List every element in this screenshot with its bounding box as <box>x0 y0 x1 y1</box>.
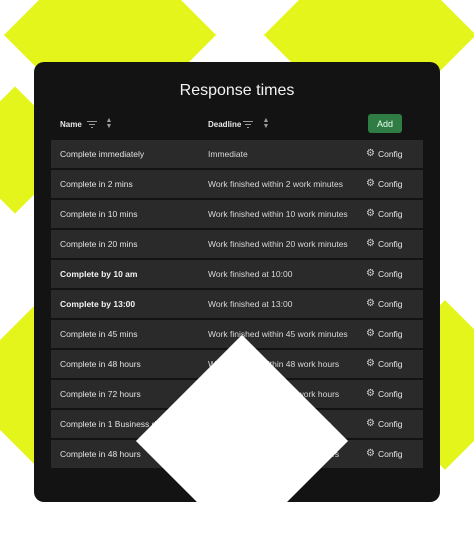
gear-icon: ⚙ <box>366 268 375 279</box>
row-deadline: Work finished at 10:00 <box>208 269 293 279</box>
column-header-deadline[interactable]: Deadline <box>208 120 241 129</box>
table-row[interactable]: Complete in 10 mins Work finished within … <box>51 200 423 228</box>
config-label: Config <box>377 389 403 399</box>
table-row[interactable]: Complete immediately Immediate ⚙ Config <box>51 140 423 168</box>
gear-icon: ⚙ <box>366 418 375 429</box>
panel-title: Response times <box>179 82 295 99</box>
filter-icon[interactable] <box>243 120 253 129</box>
row-deadline: Immediate <box>208 149 248 159</box>
gear-icon: ⚙ <box>366 298 375 309</box>
gear-icon: ⚙ <box>366 388 375 399</box>
row-name: Complete immediately <box>60 149 145 159</box>
config-button[interactable]: ⚙ Config <box>366 208 403 220</box>
config-button[interactable]: ⚙ Config <box>366 418 403 430</box>
config-button[interactable]: ⚙ Config <box>366 268 403 280</box>
gear-icon: ⚙ <box>366 358 375 369</box>
gear-icon: ⚙ <box>366 238 375 249</box>
row-name: Complete by 10 am <box>60 269 138 279</box>
row-name: Complete in 48 hours <box>60 359 141 369</box>
sort-icon[interactable]: ▲ ▼ <box>105 117 113 130</box>
gear-icon: ⚙ <box>366 208 375 219</box>
config-label: Config <box>377 179 403 189</box>
row-name: Complete in 48 hours <box>60 449 141 459</box>
sort-icon[interactable]: ▲ ▼ <box>262 117 270 130</box>
row-name: Complete in 10 mins <box>60 209 138 219</box>
config-label: Config <box>377 299 403 309</box>
row-name: Complete in 2 mins <box>60 179 133 189</box>
table-row[interactable]: Complete by 13:00 Work finished at 13:00 ⚙… <box>51 290 423 318</box>
config-button[interactable]: ⚙ Config <box>366 238 403 250</box>
gear-icon: ⚙ <box>366 148 375 159</box>
gear-icon: ⚙ <box>366 178 375 189</box>
column-header-name[interactable]: Name <box>60 120 82 129</box>
gear-icon: ⚙ <box>366 448 375 459</box>
config-button[interactable]: ⚙ Config <box>366 298 403 310</box>
config-button[interactable]: ⚙ Config <box>366 178 403 190</box>
config-button[interactable]: ⚙ Config <box>366 358 403 370</box>
config-button[interactable]: ⚙ Config <box>366 448 403 460</box>
row-deadline: Work finished at 13:00 <box>208 299 293 309</box>
config-label: Config <box>377 149 403 159</box>
row-name: Complete in 45 mins <box>60 329 138 339</box>
table-row[interactable]: Complete by 10 am Work finished at 10:00 ⚙… <box>51 260 423 288</box>
config-button[interactable]: ⚙ Config <box>366 388 403 400</box>
config-label: Config <box>377 329 403 339</box>
config-label: Config <box>377 209 403 219</box>
filter-icon[interactable] <box>87 120 97 129</box>
add-button[interactable]: Add <box>368 114 402 133</box>
table-row[interactable]: Complete in 2 mins Work finished within 2… <box>51 170 423 198</box>
row-deadline: Work finished within 2 work minutes <box>208 179 343 189</box>
row-name: Complete by 13:00 <box>60 299 136 309</box>
row-name: Complete in 20 mins <box>60 239 138 249</box>
row-deadline: Work finished within 10 work minutes <box>208 209 348 219</box>
config-label: Config <box>377 449 403 459</box>
gear-icon: ⚙ <box>366 328 375 339</box>
row-deadline: Work finished within 45 work minutes <box>208 329 348 339</box>
config-button[interactable]: ⚙ Config <box>366 328 403 340</box>
row-deadline: Work finished within 20 work minutes <box>208 239 348 249</box>
config-label: Config <box>377 269 403 279</box>
config-label: Config <box>377 239 403 249</box>
config-label: Config <box>377 419 403 429</box>
row-name: Complete in 72 hours <box>60 389 141 399</box>
table-row[interactable]: Complete in 20 mins Work finished within … <box>51 230 423 258</box>
config-button[interactable]: ⚙ Config <box>366 148 403 160</box>
config-label: Config <box>377 359 403 369</box>
